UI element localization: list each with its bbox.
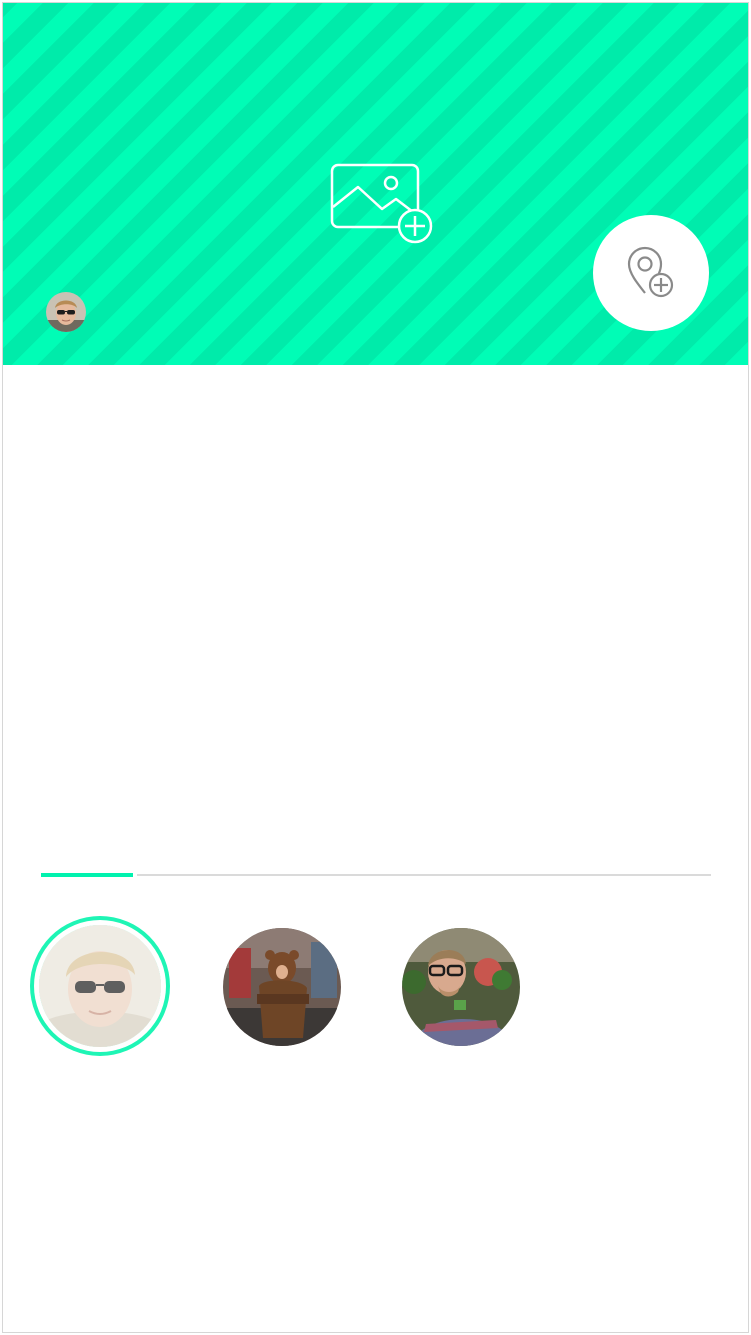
avatar-glasses-man — [402, 928, 520, 1046]
user-avatar[interactable] — [46, 292, 86, 332]
add-location-button[interactable] — [593, 215, 709, 331]
tab-indicator-active — [41, 873, 133, 877]
avatar-sunglasses-man — [39, 925, 161, 1047]
person-avatar-2[interactable] — [223, 928, 341, 1046]
add-photo-button[interactable] — [330, 163, 434, 247]
cover-photo-area[interactable] — [3, 3, 748, 365]
avatar-bear-costume — [223, 928, 341, 1046]
tab-indicator-track — [137, 874, 711, 876]
person-avatar-3[interactable] — [402, 928, 520, 1046]
person-avatar-1[interactable] — [39, 925, 161, 1047]
app-screen — [2, 2, 749, 1333]
user-avatar-image — [46, 292, 86, 332]
map-pin-add-icon — [627, 246, 674, 298]
image-add-icon — [330, 163, 433, 244]
people-row — [3, 917, 748, 1057]
tab-indicator — [41, 873, 711, 877]
